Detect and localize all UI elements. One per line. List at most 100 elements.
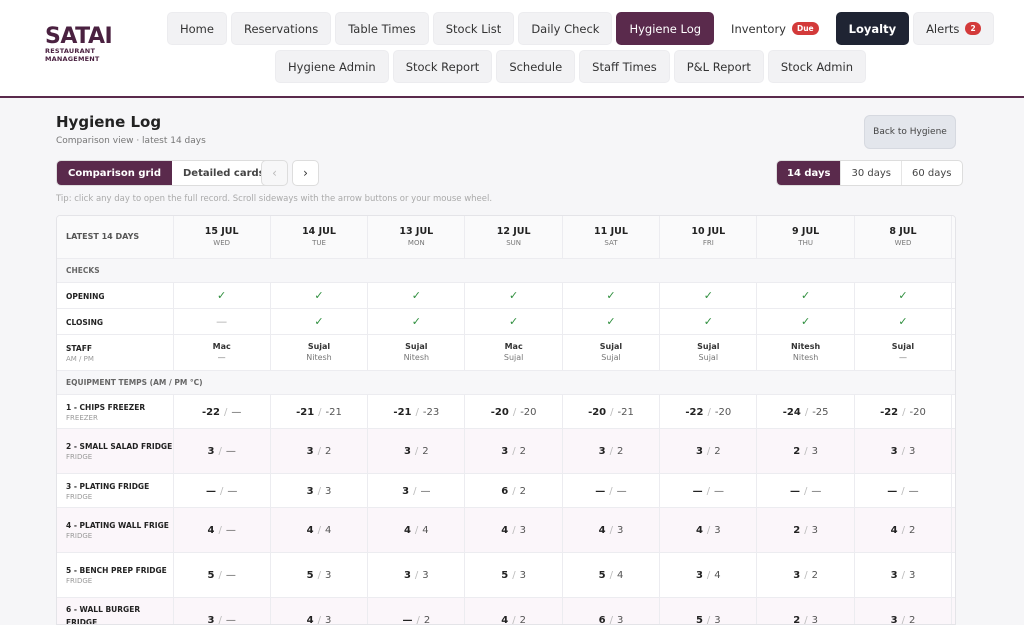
staff-cell[interactable]: Sujal Nitesh: [367, 334, 465, 371]
temp-cell[interactable]: 5/3: [659, 597, 757, 624]
temp-cell[interactable]: 5/3: [464, 552, 563, 598]
temp-cell[interactable]: 6/3: [561, 597, 660, 624]
range-30-days[interactable]: 30 days: [840, 161, 901, 185]
temp-cell[interactable]: — / —: [756, 473, 855, 508]
temp-cell[interactable]: 3/—: [172, 597, 271, 624]
temp-cell[interactable]: 4/3: [561, 507, 660, 553]
day-column-header[interactable]: 10 JUL FRI: [659, 216, 757, 259]
back-to-hygiene-button[interactable]: Back to Hygiene: [864, 115, 956, 149]
comparison-grid[interactable]: LATEST 14 DAYS 15 JUL WED 14 JUL TUE 13 JUL MO…: [56, 215, 956, 625]
nav-home[interactable]: Home: [167, 12, 227, 45]
staff-cell[interactable]: Sujal Sujal: [561, 334, 660, 371]
staff-cell[interactable]: Sujal Nitesh: [269, 334, 368, 371]
temp-cell[interactable]: -21/-23: [367, 394, 465, 429]
temp-cell[interactable]: 3/3: [853, 552, 952, 598]
nav-p-l-report[interactable]: P&L Report: [673, 50, 764, 83]
temp-cell[interactable]: 3: [951, 597, 955, 624]
temp-cell[interactable]: -22/-20: [853, 394, 952, 429]
check-cell[interactable]: ✓: [756, 308, 855, 335]
temp-cell[interactable]: 4: [951, 552, 955, 598]
staff-cell[interactable]: Nitesh Nitesh: [756, 334, 855, 371]
temp-cell[interactable]: 3/2: [464, 428, 563, 474]
day-column-header[interactable]: 11 JUL SAT: [561, 216, 660, 259]
day-column-header[interactable]: 8 JUL WED: [853, 216, 952, 259]
check-cell[interactable]: ✓: [269, 282, 368, 309]
temp-cell[interactable]: 4/3: [269, 597, 368, 624]
day-column-header[interactable]: 15 JUL WED: [172, 216, 271, 259]
staff-cell[interactable]: S: [951, 334, 955, 371]
comparison-grid-tab[interactable]: Comparison grid: [57, 161, 172, 185]
temp-cell[interactable]: 4/2: [464, 597, 563, 624]
day-column-header[interactable]: 14 JUL TUE: [269, 216, 368, 259]
temp-cell[interactable]: — / —: [659, 473, 757, 508]
check-cell[interactable]: ✓: [756, 282, 855, 309]
temp-cell[interactable]: 2/3: [756, 507, 855, 553]
check-cell[interactable]: ✓: [853, 282, 952, 309]
temp-cell[interactable]: 3/4: [659, 552, 757, 598]
check-cell[interactable]: —: [172, 308, 271, 335]
temp-cell[interactable]: -22: [951, 394, 955, 429]
check-cell[interactable]: ✓: [269, 308, 368, 335]
scroll-right-button[interactable]: ›: [292, 160, 319, 186]
temp-cell[interactable]: 3/—: [367, 473, 465, 508]
check-cell[interactable]: ✓: [659, 308, 757, 335]
nav-stock-admin[interactable]: Stock Admin: [767, 50, 866, 83]
temp-cell[interactable]: 4/4: [367, 507, 465, 553]
temp-cell[interactable]: 3/2: [756, 552, 855, 598]
temp-cell[interactable]: — / —: [172, 473, 271, 508]
temp-cell[interactable]: 4/3: [464, 507, 563, 553]
nav-reservations[interactable]: Reservations: [230, 12, 332, 45]
nav-loyalty[interactable]: Loyalty: [835, 12, 910, 45]
temp-cell[interactable]: 3/3: [853, 428, 952, 474]
temp-cell[interactable]: 6/2: [464, 473, 563, 508]
day-column-header[interactable]: 13 JUL MON: [367, 216, 465, 259]
temp-cell[interactable]: 3/3: [367, 552, 465, 598]
nav-stock-report[interactable]: Stock Report: [392, 50, 493, 83]
temp-cell[interactable]: -22/—: [172, 394, 271, 429]
temp-cell[interactable]: 4/4: [269, 507, 368, 553]
nav-hygiene-log[interactable]: Hygiene Log: [616, 12, 715, 45]
temp-cell[interactable]: -22/-20: [659, 394, 757, 429]
check-cell[interactable]: ✓: [172, 282, 271, 309]
check-cell[interactable]: ✓: [853, 308, 952, 335]
temp-cell[interactable]: 3/2: [561, 428, 660, 474]
logo[interactable]: SATAI RESTAURANT MANAGEMENT: [45, 26, 125, 63]
temp-cell[interactable]: 4/3: [659, 507, 757, 553]
temp-cell[interactable]: 2/3: [756, 597, 855, 624]
temp-cell[interactable]: 3/—: [172, 428, 271, 474]
temp-cell[interactable]: 3/3: [269, 473, 368, 508]
check-cell[interactable]: [951, 282, 955, 309]
check-cell[interactable]: ✓: [367, 282, 465, 309]
nav-hygiene-admin[interactable]: Hygiene Admin: [275, 50, 389, 83]
temp-cell[interactable]: — / —: [561, 473, 660, 508]
temp-cell[interactable]: 4/2: [853, 507, 952, 553]
nav-table-times[interactable]: Table Times: [335, 12, 429, 45]
nav-staff-times[interactable]: Staff Times: [579, 50, 670, 83]
temp-cell[interactable]: -20/-20: [464, 394, 563, 429]
range-14-days[interactable]: 14 days: [777, 161, 841, 185]
temp-cell[interactable]: 3: [951, 428, 955, 474]
temp-cell[interactable]: 3/2: [367, 428, 465, 474]
temp-cell[interactable]: -21/-21: [269, 394, 368, 429]
temp-cell[interactable]: 3/2: [659, 428, 757, 474]
day-column-header[interactable]: 9 JUL THU: [756, 216, 855, 259]
temp-cell[interactable]: 5/—: [172, 552, 271, 598]
staff-cell[interactable]: Sujal —: [853, 334, 952, 371]
temp-cell[interactable]: 3/2: [853, 597, 952, 624]
staff-cell[interactable]: Mac Sujal: [464, 334, 563, 371]
check-cell[interactable]: [951, 308, 955, 335]
nav-alerts[interactable]: Alerts 2: [913, 12, 994, 45]
temp-cell[interactable]: 4/—: [172, 507, 271, 553]
check-cell[interactable]: ✓: [561, 282, 660, 309]
scroll-left-button[interactable]: ‹: [261, 160, 288, 186]
temp-cell[interactable]: [951, 473, 955, 508]
check-cell[interactable]: ✓: [464, 282, 563, 309]
nav-inventory[interactable]: Inventory Due: [718, 12, 832, 45]
temp-cell[interactable]: 2: [951, 507, 955, 553]
temp-cell[interactable]: -20/-21: [561, 394, 660, 429]
nav-schedule[interactable]: Schedule: [496, 50, 576, 83]
temp-cell[interactable]: 2/3: [756, 428, 855, 474]
temp-cell[interactable]: — / —: [853, 473, 952, 508]
staff-cell[interactable]: Sujal Sujal: [659, 334, 757, 371]
temp-cell[interactable]: 5/3: [269, 552, 368, 598]
